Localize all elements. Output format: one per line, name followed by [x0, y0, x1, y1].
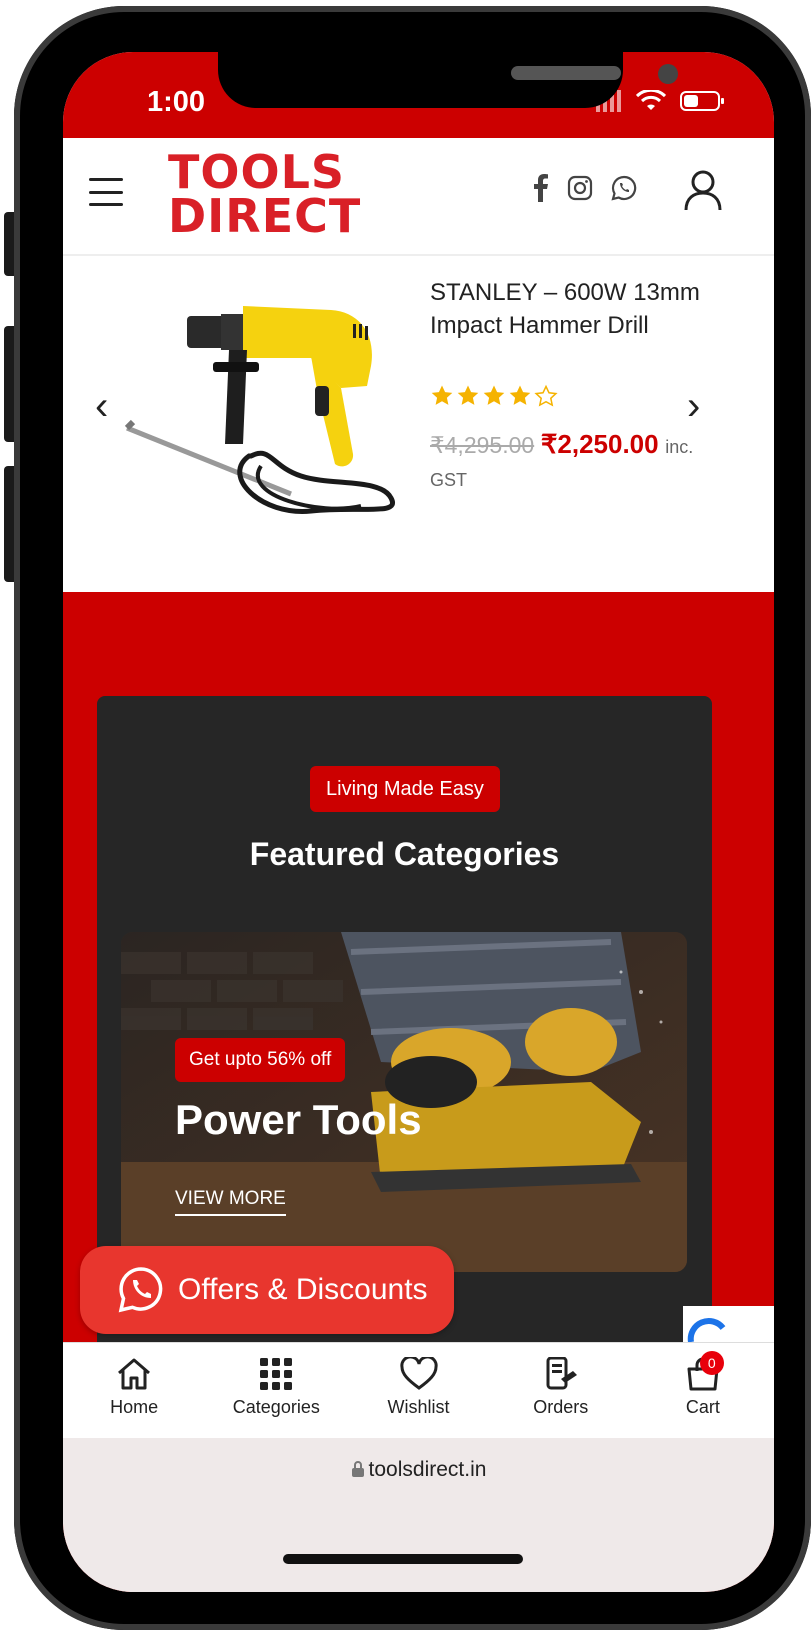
- view-more-link[interactable]: VIEW MORE: [175, 1188, 286, 1216]
- power-tools-banner[interactable]: Get upto 56% off Power Tools VIEW MORE: [121, 932, 687, 1272]
- carousel-prev-button[interactable]: ‹: [95, 384, 108, 429]
- product-image[interactable]: [121, 266, 421, 546]
- product-rating: [430, 384, 558, 408]
- tax-note-gst: GST: [430, 470, 468, 490]
- nav-orders[interactable]: Orders: [490, 1343, 632, 1439]
- camera-notch: [218, 52, 678, 108]
- home-indicator[interactable]: [283, 1554, 523, 1564]
- facebook-icon[interactable]: [533, 174, 549, 202]
- nav-wishlist[interactable]: Wishlist: [347, 1343, 489, 1439]
- recaptcha-icon: [687, 1318, 726, 1342]
- browser-url-bar[interactable]: toolsdirect.in: [63, 1438, 774, 1592]
- nav-cart-label: Cart: [685, 1397, 720, 1417]
- heart-icon: [399, 1357, 438, 1390]
- star-filled-icon: [509, 385, 531, 405]
- discount-badge: Get upto 56% off: [175, 1038, 346, 1082]
- menu-icon[interactable]: [89, 178, 123, 206]
- whatsapp-icon: [118, 1267, 163, 1313]
- nav-categories[interactable]: Categories: [205, 1343, 347, 1439]
- site-header: TOOLS DIRECT: [63, 138, 774, 256]
- star-filled-icon: [483, 385, 505, 405]
- nav-home-label: Home: [110, 1397, 159, 1417]
- tools-direct-logo[interactable]: TOOLS DIRECT: [168, 145, 362, 243]
- star-empty-icon: [534, 384, 558, 407]
- status-icons: [596, 90, 726, 112]
- nav-orders-label: Orders: [533, 1397, 589, 1417]
- social-links: [533, 174, 637, 202]
- logo-line-2: DIRECT: [168, 189, 362, 243]
- featured-title: Featured Categories: [249, 836, 560, 872]
- banner-title: Power Tools: [175, 1096, 422, 1143]
- product-price: ₹4,295.00 ₹2,250.00 inc. GST: [430, 428, 730, 496]
- product-title[interactable]: STANLEY – 600W 13mm Impact Hammer Drill: [430, 276, 730, 342]
- tax-note: inc.: [665, 437, 694, 457]
- lock-icon: [351, 1461, 364, 1477]
- nav-home[interactable]: Home: [63, 1343, 205, 1439]
- battery-icon: [680, 91, 724, 111]
- living-made-easy-badge: Living Made Easy: [310, 766, 500, 812]
- phone-screen: 1:00 TOOLS DIRECT ‹ › STANLEY – 600W 13m…: [63, 52, 774, 1592]
- nav-wishlist-label: Wishlist: [387, 1397, 450, 1417]
- bottom-navigation: Home Categories Wishlist Orders 0 Cart: [63, 1342, 774, 1439]
- url-display[interactable]: toolsdirect.in: [63, 1458, 774, 1482]
- home-icon: [118, 1358, 151, 1390]
- star-filled-icon: [457, 385, 479, 405]
- cart-count-badge: 0: [699, 1351, 724, 1375]
- star-filled-icon: [431, 385, 453, 405]
- recaptcha-badge: [683, 1306, 774, 1342]
- status-time: 1:00: [147, 86, 206, 118]
- orders-icon: [546, 1357, 577, 1390]
- front-camera: [658, 64, 678, 84]
- grid-icon: [260, 1358, 293, 1390]
- product-carousel: ‹ › STANLEY – 600W 13mm Impact Hammer Dr…: [63, 256, 774, 592]
- sale-price: ₹2,250.00: [540, 429, 659, 459]
- nav-categories-label: Categories: [232, 1397, 320, 1417]
- offers-discounts-button[interactable]: Offers & Discounts: [80, 1246, 454, 1334]
- url-text: toolsdirect.in: [368, 1458, 487, 1481]
- speaker-grille: [511, 66, 621, 80]
- account-icon[interactable]: [683, 168, 723, 212]
- carousel-next-button[interactable]: ›: [687, 384, 700, 429]
- old-price: ₹4,295.00: [430, 432, 535, 458]
- whatsapp-icon[interactable]: [611, 175, 637, 201]
- nav-cart[interactable]: 0 Cart: [632, 1343, 774, 1439]
- offers-label: Offers & Discounts: [178, 1273, 428, 1306]
- wifi-icon: [636, 90, 666, 110]
- logo-line-1: TOOLS: [168, 145, 346, 199]
- instagram-icon[interactable]: [567, 175, 593, 201]
